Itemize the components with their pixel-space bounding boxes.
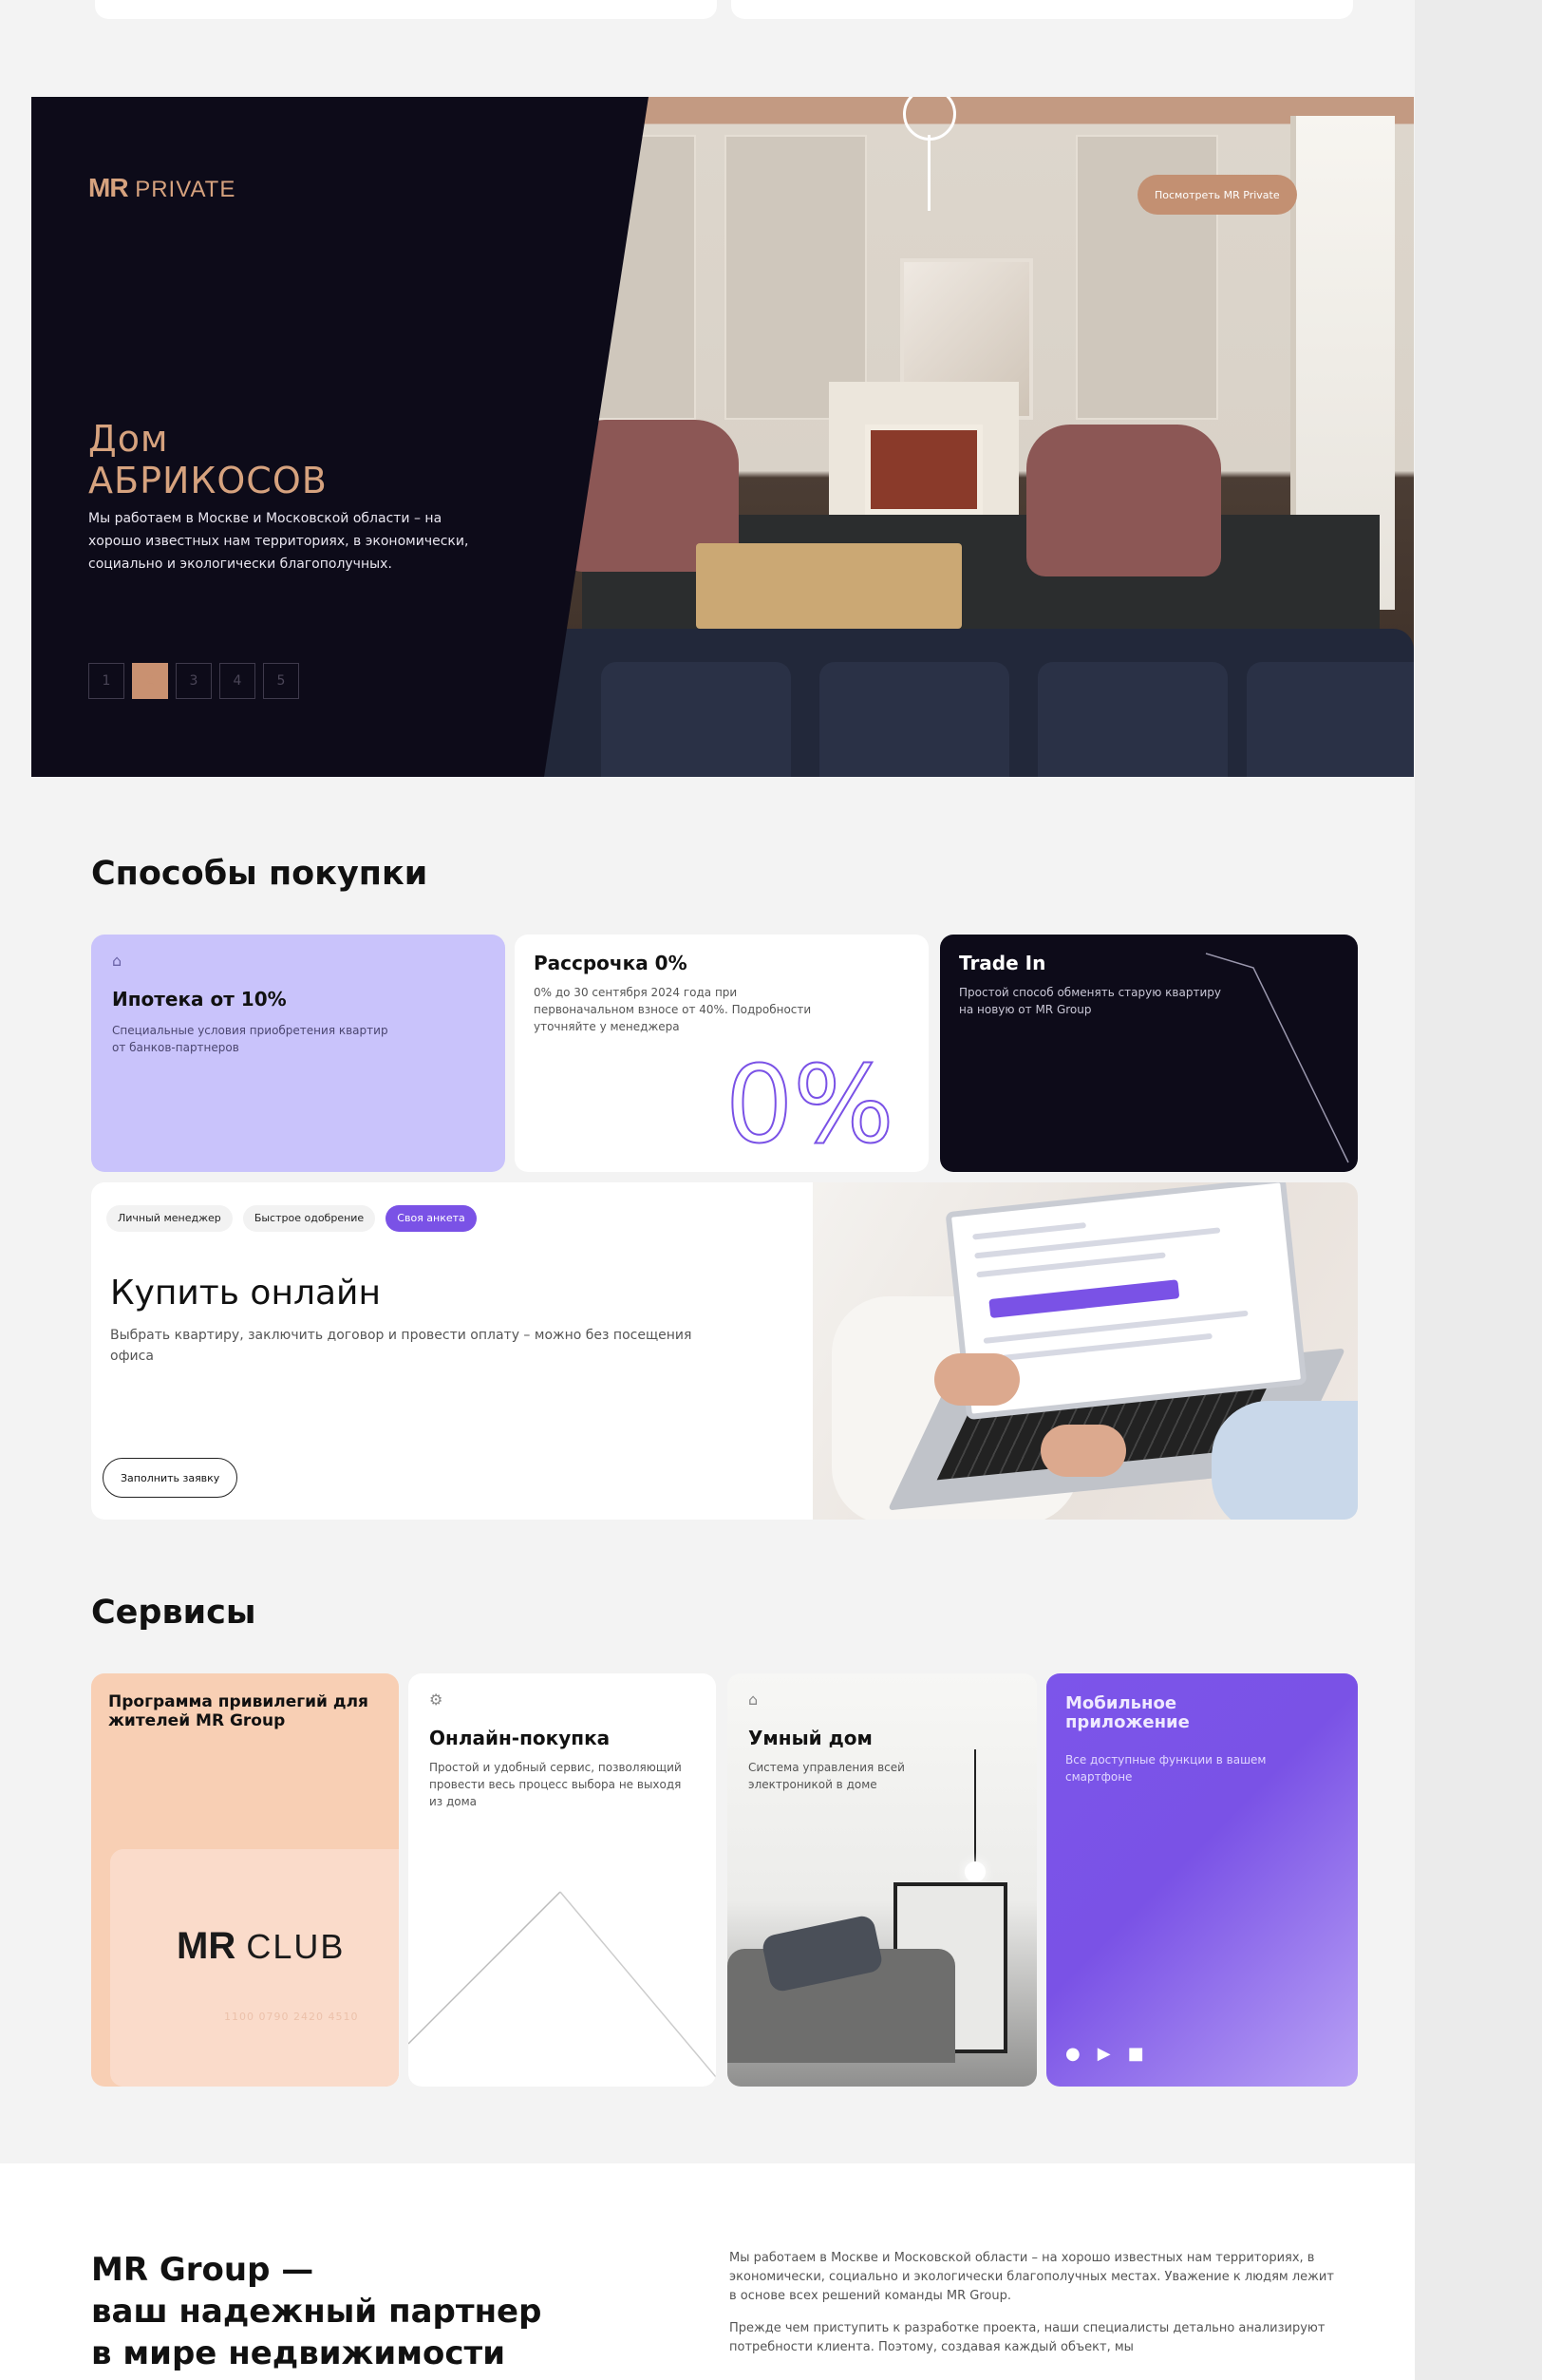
lamp-graphic (965, 1861, 986, 1882)
hero-description: Мы работаем в Москве и Московской област… (88, 511, 469, 572)
smart-home-card[interactable]: ⌂ Умный дом Система управления всей элек… (727, 1673, 1037, 2087)
laptop-photo (813, 1182, 1358, 1520)
previous-card-right (731, 0, 1353, 19)
mr-private-logo[interactable]: MR PRIVATE (88, 173, 235, 203)
purchase-section-title: Способы покупки (91, 855, 428, 893)
about-title: MR Group — ваш надежный партнер в мире н… (91, 2249, 541, 2374)
hero-banner: MR PRIVATE Дом АБРИКОСОВ Мы работаем в М… (31, 97, 1414, 777)
store-icons: ● ▶ ■ (1065, 2044, 1144, 2064)
installment-title: Рассрочка 0% (534, 952, 687, 974)
logo-word: PRIVATE (135, 177, 236, 202)
hero-title-line1: Дом (88, 418, 169, 460)
about-title-line3: в мире недвижимости (91, 2334, 506, 2372)
tradein-card[interactable]: Trade In Простой способ обменять старую … (940, 935, 1358, 1172)
mr-club-title: Программа привилегий для жителей MR Grou… (108, 1692, 368, 1730)
chip-fast-approval[interactable]: Быстрое одобрение (242, 1205, 376, 1232)
google-play-icon[interactable]: ▶ (1098, 2044, 1111, 2064)
mobile-app-card[interactable]: Мобильное приложение Все доступные функц… (1046, 1673, 1358, 2087)
home-icon: ⌂ (748, 1691, 759, 1709)
chip-personal-manager[interactable]: Личный менеджер (106, 1205, 233, 1232)
previous-card-left (95, 0, 717, 19)
installment-text: 0% до 30 сентября 2024 года при первонач… (534, 986, 812, 1033)
coffee-table (696, 543, 962, 629)
page-dot-1[interactable]: 1 (88, 663, 124, 699)
about-paragraph-1: Мы работаем в Москве и Московской област… (729, 2251, 1334, 2303)
page-dot-5[interactable]: 5 (263, 663, 299, 699)
tradein-line-graphic (1205, 953, 1349, 1163)
about-title-line1: MR Group — (91, 2251, 314, 2289)
hero-title-line2: АБРИКОСОВ (88, 460, 328, 501)
mr-club-card[interactable]: Программа привилегий для жителей MR Grou… (91, 1673, 399, 2087)
apple-icon[interactable]: ● (1065, 2044, 1081, 2064)
hero-pagination: 1 2 3 4 5 (88, 663, 299, 699)
fill-application-button[interactable]: Заполнить заявку (103, 1458, 238, 1498)
page-dot-4[interactable]: 4 (219, 663, 255, 699)
club-card-number: 1100 0790 2420 4510 (224, 2011, 359, 2023)
armchair-right (1026, 425, 1221, 576)
chip-own-form[interactable]: Своя анкета (386, 1205, 477, 1232)
right-gutter (1415, 0, 1542, 2380)
page-dot-3[interactable]: 3 (176, 663, 212, 699)
appgallery-icon[interactable]: ■ (1128, 2044, 1144, 2064)
zero-percent-graphic: 0% (724, 1044, 895, 1167)
about-text: Мы работаем в Москве и Московской област… (729, 2249, 1337, 2371)
mortgage-card[interactable]: ⌂ Ипотека от 10% Специальные условия при… (91, 935, 505, 1172)
bag-icon: ⌂ (112, 952, 122, 970)
online-purchase-card: Личный менеджер Быстрое одобрение Своя а… (91, 1182, 1358, 1520)
view-mr-private-button[interactable]: Посмотреть MR Private (1138, 175, 1297, 215)
smart-home-title: Умный дом (748, 1727, 873, 1749)
club-logo-mark: MR (177, 1925, 236, 1967)
logo-mark: MR (88, 173, 129, 202)
about-section: MR Group — ваш надежный партнер в мире н… (0, 2163, 1415, 2380)
services-section-title: Сервисы (91, 1594, 256, 1632)
installment-card[interactable]: Рассрочка 0% 0% до 30 сентября 2024 года… (515, 935, 929, 1172)
about-title-line2: ваш надежный партнер (91, 2293, 542, 2331)
mobile-app-title: Мобильное приложение (1065, 1693, 1190, 1732)
page: MR PRIVATE Дом АБРИКОСОВ Мы работаем в М… (0, 0, 1415, 2380)
online-purchase-title: Купить онлайн (110, 1274, 381, 1313)
mortgage-text: Специальные условия приобретения квартир… (112, 1024, 388, 1054)
club-logo-word: CLUB (246, 1927, 346, 1966)
smart-home-text: Система управления всей электроникой в д… (748, 1761, 905, 1791)
online-buy-card[interactable]: ⚙ Онлайн-покупка Простой и удобный серви… (408, 1673, 716, 2087)
mr-club-card-graphic: MR CLUB 1100 0790 2420 4510 (110, 1849, 399, 2087)
page-dot-2[interactable]: 2 (132, 663, 168, 699)
mobile-app-text: Все доступные функции в вашем смартфоне (1065, 1753, 1267, 1784)
online-buy-line-graphic (408, 1891, 716, 2078)
about-paragraph-2: Прежде чем приступить к разработке проек… (729, 2321, 1326, 2354)
mortgage-title: Ипотека от 10% (112, 988, 287, 1011)
hero-title: Дом АБРИКОСОВ (88, 418, 328, 501)
feature-chips: Личный менеджер Быстрое одобрение Своя а… (106, 1205, 482, 1232)
online-purchase-text: Выбрать квартиру, заключить договор и пр… (110, 1328, 692, 1364)
previous-cards-strip (95, 0, 1358, 19)
mr-club-logo: MR CLUB (177, 1925, 345, 1968)
